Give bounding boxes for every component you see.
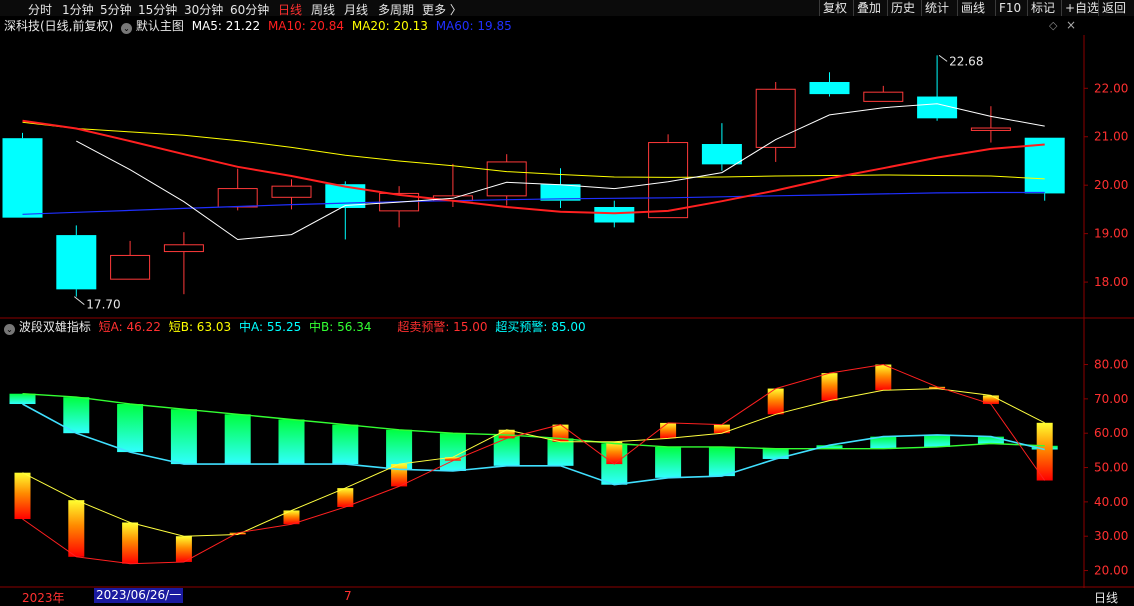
high-annotation-arrow: [938, 54, 948, 62]
short-band-bar: [122, 522, 139, 564]
mid-band-bar: [278, 419, 305, 465]
chevron-down-icon: ⌄: [121, 23, 133, 34]
y-tick-label: 19.00: [1094, 227, 1128, 241]
month-label: 7: [344, 589, 352, 603]
short-band-bar: [875, 364, 892, 391]
year-label: 2023年: [22, 591, 65, 605]
candle-body-up: [110, 254, 151, 280]
short-band-bar: [14, 472, 31, 520]
diamond-icon[interactable]: ◇: [1049, 19, 1057, 32]
y-tick-label: 80.00: [1094, 358, 1128, 372]
oversold-label: 超卖预警: 15.00: [397, 320, 488, 334]
mid-band-bar: [117, 404, 144, 453]
y-tick-label: 20.00: [1094, 564, 1128, 578]
mid-band-bar: [924, 434, 951, 447]
candle-body-down: [56, 235, 97, 290]
candle-body-up: [271, 185, 312, 198]
candle-body-up: [648, 142, 689, 219]
indicator-dropdown-icon[interactable]: ⌄: [4, 324, 15, 335]
mid-band-bar: [332, 424, 359, 465]
candle-body-down: [809, 81, 850, 95]
mid-band-bar: [655, 446, 682, 478]
candle-body-down: [701, 144, 742, 165]
candle-body-up: [755, 88, 796, 148]
period-label[interactable]: 日线: [1094, 589, 1118, 606]
short-band-bar: [660, 422, 677, 439]
y-tick-label: 30.00: [1094, 529, 1128, 543]
candle-body-down: [2, 138, 43, 218]
candle-body-up: [970, 127, 1011, 131]
short-band-bar: [713, 424, 730, 434]
y-tick-label: 18.00: [1094, 275, 1128, 289]
cursor-date-label: 2023/06/26/一: [94, 588, 184, 603]
short-band-bar: [391, 464, 408, 487]
y-tick-label: 60.00: [1094, 426, 1128, 440]
indicator-title[interactable]: 波段双雄指标: [19, 320, 91, 334]
mid-band-bar: [977, 436, 1004, 444]
mid-band-bar: [708, 446, 735, 477]
mid-band-bar: [493, 434, 520, 466]
ma5-label: MA5: 21.22: [191, 19, 261, 33]
candle-body-up: [486, 161, 527, 197]
stock-title[interactable]: 深科技(日线,前复权): [4, 19, 113, 33]
mid-band-bar: [547, 438, 574, 466]
short-b-label: 短B: 63.03: [168, 320, 232, 334]
short-band-bar: [68, 500, 85, 557]
ma20-label: MA20: 20.13: [351, 19, 428, 33]
candle-body-up: [163, 244, 204, 253]
short-band-bar: [821, 373, 838, 401]
chart-canvas[interactable]: 18.00 19.00 20.00 21.00 22.00 22.68 17.70 20.00…: [0, 0, 1134, 604]
candle-body-up: [863, 91, 904, 102]
low-annotation-arrow: [73, 296, 85, 306]
y-tick-label: 20.00: [1094, 178, 1128, 192]
overbought-label: 超买预警: 85.00: [495, 320, 586, 334]
short-band-bar: [175, 536, 192, 562]
low-annotation-label: 17.70: [86, 298, 120, 312]
y-tick-label: 21.00: [1094, 130, 1128, 144]
close-icon[interactable]: ×: [1066, 18, 1076, 32]
template-dropdown[interactable]: ⌄ 默认主图: [121, 19, 188, 34]
ma20-line: [22, 121, 1045, 180]
candle-body-down: [594, 206, 635, 223]
mid-a-label: 中A: 55.25: [239, 320, 302, 334]
candle-body-up: [217, 188, 258, 208]
main-info-line: 深科技(日线,前复权) ⌄ 默认主图 MA5: 21.22 MA10: 20.8…: [4, 18, 512, 34]
template-label: 默认主图: [135, 19, 184, 33]
mid-b-label: 中B: 56.34: [309, 320, 372, 334]
mid-band-bar: [170, 409, 197, 465]
short-band-bar: [337, 488, 354, 508]
ma10-label: MA10: 20.84: [267, 19, 344, 33]
short-band-bar: [606, 441, 623, 465]
high-annotation-label: 22.68: [949, 54, 983, 68]
y-tick-label: 70.00: [1094, 392, 1128, 406]
date-bar: 2023年 2023/06/26/一 7 日线: [0, 588, 1134, 606]
ma60-label: MA60: 19.85: [435, 19, 512, 33]
y-tick-label: 40.00: [1094, 495, 1128, 509]
sub-info-line: ⌄ 波段双雄指标 短A: 46.22 短B: 63.03 中A: 55.25 中…: [4, 319, 586, 335]
y-tick-label: 22.00: [1094, 81, 1128, 95]
mid-band-bar: [224, 414, 251, 465]
ma60-line: [22, 191, 1045, 215]
short-a-label: 短A: 46.22: [98, 320, 161, 334]
y-tick-label: 50.00: [1094, 461, 1128, 475]
mid-band-bar: [9, 393, 36, 405]
